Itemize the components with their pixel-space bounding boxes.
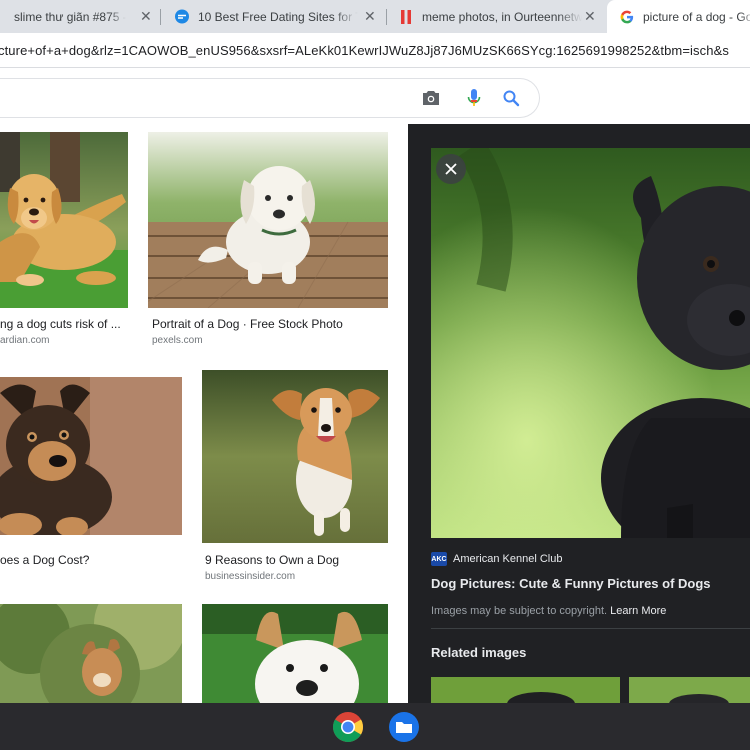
files-icon[interactable] [388, 711, 420, 743]
result-image-running-beagle[interactable] [202, 370, 388, 543]
learn-more-link[interactable]: Learn More [610, 605, 666, 617]
address-bar[interactable]: cture+of+a+dog&rlz=1CAOWOB_enUS956&sxsrf… [0, 33, 750, 67]
result-source: pexels.com [152, 335, 203, 346]
image-preview-panel: AKC American Kennel Club Dog Pictures: C… [408, 124, 750, 704]
close-preview-button[interactable] [436, 154, 466, 184]
tab-title: picture of a dog - Google Search [643, 9, 750, 24]
chat-bubble-icon [174, 9, 190, 25]
result-image-white-puppy[interactable] [148, 132, 388, 308]
image-results-grid: ng a dog cuts risk of ... ardian.com Por… [0, 124, 408, 704]
result-image-golden-retriever[interactable] [0, 132, 128, 308]
google-g-icon [619, 9, 635, 25]
tab-picture-of-dog[interactable]: picture of a dog - Google Search [607, 0, 750, 33]
search-header [0, 68, 750, 124]
url-text[interactable]: cture+of+a+dog&rlz=1CAOWOB_enUS956&sxsrf… [0, 43, 729, 58]
tab-close-icon[interactable]: ✕ [140, 8, 150, 25]
tab-separator [386, 9, 387, 25]
panel-divider [431, 628, 750, 629]
copyright-notice: Images may be subject to copyright. Lear… [431, 605, 666, 617]
camera-icon[interactable] [420, 87, 442, 109]
preview-image-black-puppy[interactable] [431, 148, 750, 538]
result-image-dog-in-forest[interactable] [0, 604, 182, 704]
result-title[interactable]: oes a Dog Cost? [0, 553, 89, 567]
tab-title: 10 Best Free Dating Sites for Teens [198, 9, 358, 24]
tab-close-icon[interactable]: ✕ [364, 8, 376, 25]
tab-title: meme photos, in Ourteennetwork [422, 9, 582, 24]
system-shelf [0, 703, 750, 750]
tab-slime[interactable]: slime thư giãn #875 - Relaxing ✕ [0, 0, 150, 33]
related-images-heading: Related images [431, 645, 527, 660]
akc-logo: AKC [431, 552, 447, 566]
preview-title[interactable]: Dog Pictures: Cute & Funny Pictures of D… [431, 576, 711, 591]
related-image[interactable] [629, 677, 750, 704]
tab-close-icon[interactable]: ✕ [584, 8, 596, 25]
mic-icon[interactable] [463, 87, 485, 109]
related-image[interactable] [431, 677, 620, 704]
result-image-white-dog[interactable] [202, 604, 388, 704]
pause-red-icon [398, 9, 414, 25]
chrome-icon[interactable] [332, 711, 364, 743]
search-icon[interactable] [500, 87, 522, 109]
search-input[interactable] [0, 78, 540, 118]
tab-title: slime thư giãn #875 - Relaxing [14, 9, 126, 24]
tab-dating-sites[interactable]: 10 Best Free Dating Sites for Teens ✕ [166, 0, 380, 33]
result-title[interactable]: ng a dog cuts risk of ... [0, 317, 121, 331]
tab-strip: slime thư giãn #875 - Relaxing ✕ 10 Best… [0, 0, 750, 33]
result-source: businessinsider.com [205, 571, 296, 582]
source-name[interactable]: American Kennel Club [453, 553, 562, 565]
close-icon [445, 163, 457, 175]
result-source: ardian.com [0, 335, 50, 346]
tab-meme-photos[interactable]: meme photos, in Ourteennetwork ✕ [392, 0, 604, 33]
result-image-shepherd-puppy[interactable] [0, 377, 182, 535]
copyright-text: Images may be subject to copyright. [431, 605, 608, 617]
tab-separator [160, 9, 161, 25]
result-title[interactable]: Portrait of a Dog · Free Stock Photo [152, 317, 343, 331]
result-title[interactable]: 9 Reasons to Own a Dog [205, 553, 339, 567]
